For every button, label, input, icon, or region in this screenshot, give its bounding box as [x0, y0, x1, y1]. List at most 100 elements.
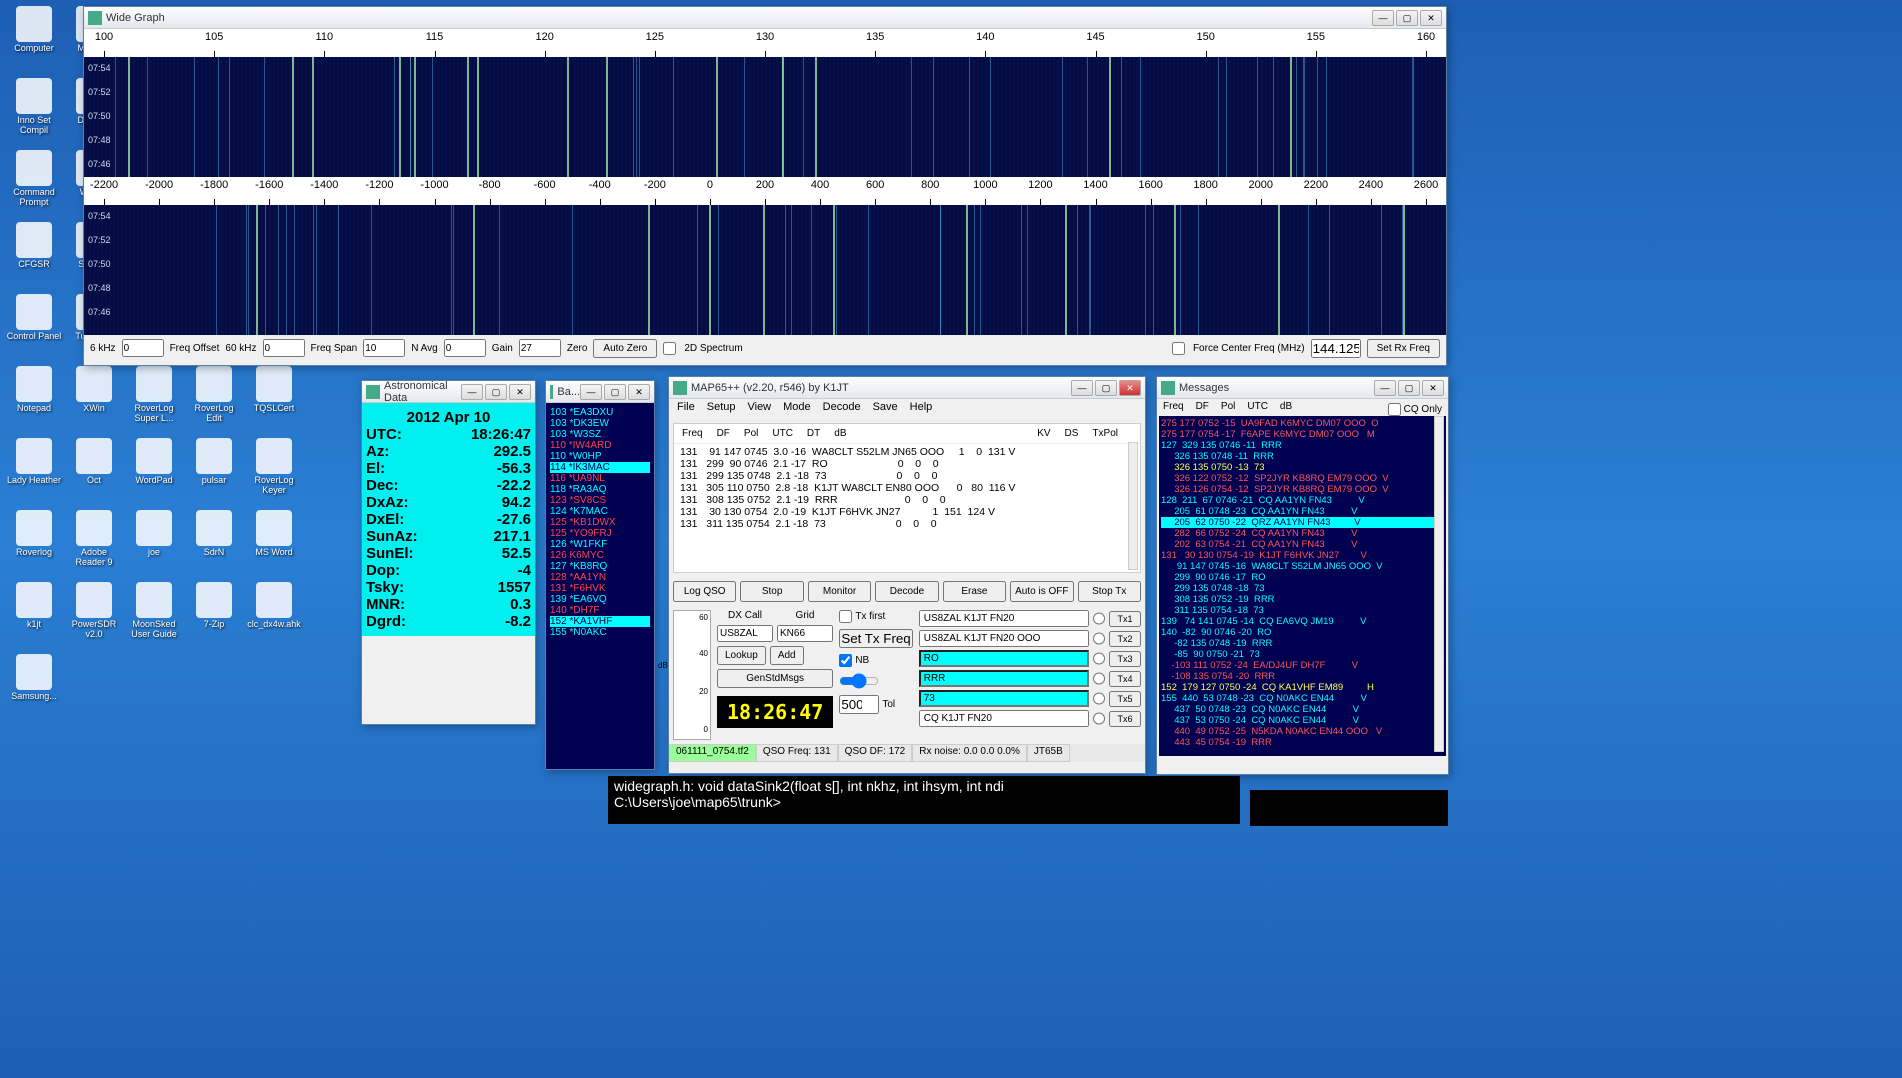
desktop-icon[interactable]: MoonSked User Guide: [126, 582, 182, 650]
bandmap-row[interactable]: 110 *W0HP: [550, 451, 650, 462]
erase-button[interactable]: Erase: [943, 581, 1006, 602]
auto-is-off-button[interactable]: Auto is OFF: [1010, 581, 1073, 602]
auto-zero-button[interactable]: Auto Zero: [593, 339, 657, 358]
menu-save[interactable]: Save: [873, 401, 898, 417]
message-row[interactable]: 275 177 0752 -15 UA9FAD K6MYC DM07 OOO O: [1161, 418, 1444, 429]
desktop-icon[interactable]: joe: [126, 510, 182, 578]
maximize-button[interactable]: ▢: [1398, 380, 1420, 396]
monitor-button[interactable]: Monitor: [808, 581, 871, 602]
desktop-icon[interactable]: RoverLog Edit: [186, 366, 242, 434]
message-row[interactable]: 205 61 0748 -23 CQ AA1YN FN43 V: [1161, 506, 1444, 517]
tx-radio[interactable]: [1093, 712, 1105, 725]
tx-radio[interactable]: [1093, 632, 1105, 645]
decode-row[interactable]: 131 305 110 0750 2.8 -18 K1JT WA8CLT EN8…: [680, 482, 1134, 494]
menu-mode[interactable]: Mode: [783, 401, 811, 417]
set-tx-freq-button[interactable]: Set Tx Freq: [839, 629, 912, 648]
decode-row[interactable]: 131 91 147 0745 3.0 -16 WA8CLT S52LM JN6…: [680, 446, 1134, 458]
message-row[interactable]: 311 135 0754 -18 73: [1161, 605, 1444, 616]
desktop-icon[interactable]: SdrN: [186, 510, 242, 578]
tx6-button[interactable]: Tx6: [1109, 711, 1141, 727]
log-qso-button[interactable]: Log QSO: [673, 581, 736, 602]
desktop-icon[interactable]: PowerSDR v2.0: [66, 582, 122, 650]
message-row[interactable]: 128 211 67 0746 -21 CQ AA1YN FN43 V: [1161, 495, 1444, 506]
maximize-button[interactable]: ▢: [1095, 380, 1117, 396]
desktop-icon[interactable]: MS Word: [246, 510, 302, 578]
waterfall-lower[interactable]: 07:5407:5207:5007:4807:46: [84, 205, 1446, 335]
bandmap-row[interactable]: 126 *W1FKF: [550, 539, 650, 550]
desktop-icon[interactable]: clc_dx4w.ahk: [246, 582, 302, 650]
bandmap-row[interactable]: 127 *KB8RQ: [550, 561, 650, 572]
bandmap-row[interactable]: 155 *N0AKC: [550, 627, 650, 638]
bandmap-row[interactable]: 116 *UA9NL: [550, 473, 650, 484]
bandmap-row[interactable]: 103 *W3SZ: [550, 429, 650, 440]
tx-radio[interactable]: [1093, 692, 1105, 705]
menu-setup[interactable]: Setup: [707, 401, 736, 417]
scrollbar[interactable]: [1434, 416, 1444, 752]
bandmap-row[interactable]: 126 K6MYC: [550, 550, 650, 561]
tx-msg-input[interactable]: [919, 650, 1089, 667]
message-row[interactable]: 299 135 0748 -18 73: [1161, 583, 1444, 594]
decode-row[interactable]: 131 299 90 0746 2.1 -17 RO 0 0 0: [680, 458, 1134, 470]
khz2-input[interactable]: [263, 339, 305, 357]
desktop-icon[interactable]: pulsar: [186, 438, 242, 506]
message-row[interactable]: 326 122 0752 -12 SP2JYR KB8RQ EM79 OOO V: [1161, 473, 1444, 484]
scrollbar[interactable]: [1128, 442, 1138, 570]
messages-titlebar[interactable]: Messages — ▢ ✕: [1157, 377, 1448, 399]
desktop-icon[interactable]: Adobe Reader 9: [66, 510, 122, 578]
close-button[interactable]: ✕: [628, 384, 650, 400]
tx4-button[interactable]: Tx4: [1109, 671, 1141, 687]
tx-radio[interactable]: [1093, 612, 1105, 625]
message-row[interactable]: 437 53 0750 -24 CQ N0AKC EN44 V: [1161, 715, 1444, 726]
nb-slider[interactable]: [839, 673, 879, 689]
stop-button[interactable]: Stop: [740, 581, 803, 602]
tx-msg-input[interactable]: [919, 710, 1089, 727]
message-row[interactable]: -82 135 0748 -19 RRR: [1161, 638, 1444, 649]
message-row[interactable]: 443 45 0754 -19 RRR: [1161, 737, 1444, 748]
bandmap-row[interactable]: 114 *IK3MAC: [550, 462, 650, 473]
desktop-icon[interactable]: CFGSR: [6, 222, 62, 290]
desktop-icon[interactable]: k1jt: [6, 582, 62, 650]
desktop-icon[interactable]: Lady Heather: [6, 438, 62, 506]
menu-view[interactable]: View: [747, 401, 771, 417]
terminal-window-2[interactable]: [1250, 790, 1448, 826]
message-row[interactable]: 91 147 0745 -16 WA8CLT S52LM JN65 OOO V: [1161, 561, 1444, 572]
decode-row[interactable]: 131 30 130 0754 2.0 -19 K1JT F6HVK JN27 …: [680, 506, 1134, 518]
set-rx-button[interactable]: Set Rx Freq: [1367, 339, 1440, 358]
minimize-button[interactable]: —: [1071, 380, 1093, 396]
astro-titlebar[interactable]: Astronomical Data — ▢ ✕: [362, 381, 535, 403]
menu-help[interactable]: Help: [910, 401, 933, 417]
spectrum-checkbox[interactable]: [663, 342, 676, 355]
cq-only-checkbox[interactable]: [1388, 403, 1401, 416]
message-row[interactable]: 131 30 130 0754 -19 K1JT F6HVK JN27 V: [1161, 550, 1444, 561]
txfirst-checkbox[interactable]: [839, 610, 852, 623]
desktop-icon[interactable]: RoverLog Keyer: [246, 438, 302, 506]
message-row[interactable]: 202 63 0754 -21 CQ AA1YN FN43 V: [1161, 539, 1444, 550]
close-button[interactable]: ✕: [509, 384, 531, 400]
tx5-button[interactable]: Tx5: [1109, 691, 1141, 707]
maximize-button[interactable]: ▢: [1396, 10, 1418, 26]
lookup-button[interactable]: Lookup: [717, 646, 766, 665]
bandmap-row[interactable]: 140 *DH7F: [550, 605, 650, 616]
bandmap-row[interactable]: 125 *KB1DWX: [550, 517, 650, 528]
message-row[interactable]: 155 440 53 0748 -23 CQ N0AKC EN44 V: [1161, 693, 1444, 704]
tx-msg-input[interactable]: [919, 630, 1089, 647]
desktop-icon[interactable]: RoverLog Super L...: [126, 366, 182, 434]
nb-checkbox[interactable]: [839, 654, 852, 667]
desktop-icon[interactable]: Roverlog: [6, 510, 62, 578]
message-row[interactable]: 127 329 135 0746 -11 RRR: [1161, 440, 1444, 451]
message-row[interactable]: -108 135 0754 -20 RRR: [1161, 671, 1444, 682]
desktop-icon[interactable]: XWin: [66, 366, 122, 434]
navg-input[interactable]: [363, 339, 405, 357]
decode-row[interactable]: 131 311 135 0754 2.1 -18 73 0 0 0: [680, 518, 1134, 530]
message-row[interactable]: 205 62 0750 -22 QRZ AA1YN FN43 V: [1161, 517, 1444, 528]
dx-call-input[interactable]: [717, 625, 773, 642]
message-row[interactable]: 326 126 0754 -12 SP2JYR KB8RQ EM79 OOO V: [1161, 484, 1444, 495]
grid-input[interactable]: [777, 625, 833, 642]
map65-titlebar[interactable]: MAP65++ (v2.20, r546) by K1JT — ▢ ✕: [669, 377, 1145, 399]
maximize-button[interactable]: ▢: [604, 384, 626, 400]
desktop-icon[interactable]: 7-Zip: [186, 582, 242, 650]
minimize-button[interactable]: —: [1372, 10, 1394, 26]
desktop-icon[interactable]: Samsung...: [6, 654, 62, 722]
message-row[interactable]: 440 49 0752 -25 N5KDA N0AKC EN44 OOO V: [1161, 726, 1444, 737]
tx2-button[interactable]: Tx2: [1109, 631, 1141, 647]
